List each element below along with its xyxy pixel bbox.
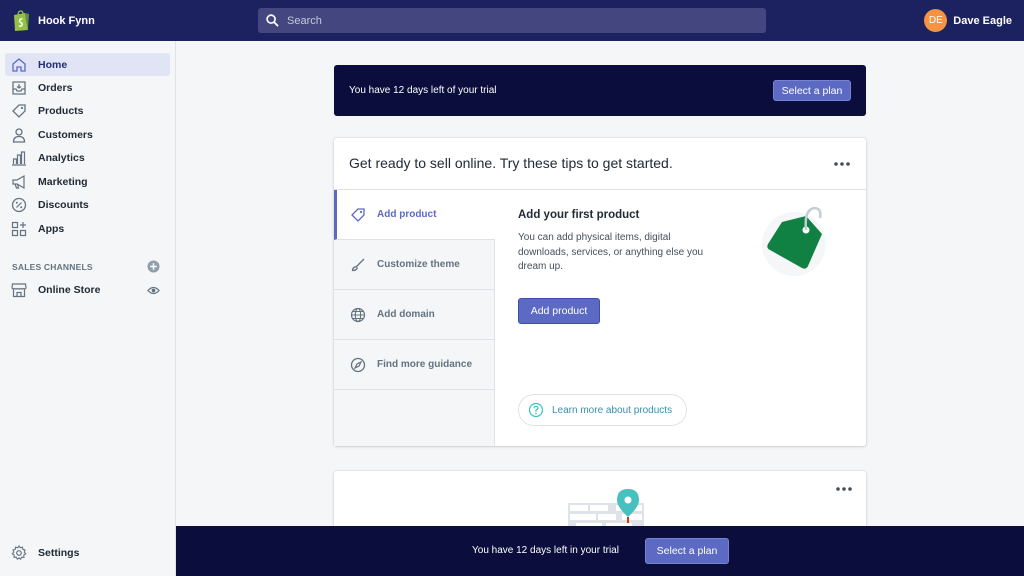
- search-input[interactable]: [287, 14, 747, 27]
- user-name: Dave Eagle: [953, 14, 1012, 27]
- trial-text: You have 12 days left of your trial: [349, 85, 497, 96]
- tip-label: Add domain: [377, 309, 435, 320]
- select-plan-button[interactable]: Select a plan: [773, 80, 851, 101]
- sidebar-item-online-store[interactable]: Online Store: [5, 278, 170, 301]
- map-pin-illustration: [568, 489, 644, 529]
- price-tag-illustration: [762, 206, 826, 276]
- detail-description: You can add physical items, digital down…: [518, 232, 704, 272]
- person-icon: [12, 127, 26, 143]
- eye-icon[interactable]: [147, 284, 160, 297]
- gear-icon: [11, 544, 27, 560]
- shopify-bag-icon: [14, 9, 29, 31]
- sidebar-item-analytics[interactable]: Analytics: [5, 146, 170, 169]
- tip-label: Add product: [377, 209, 437, 220]
- help-circle-icon: [528, 402, 544, 418]
- search-bar[interactable]: [258, 8, 766, 33]
- sidebar-item-label: Home: [38, 58, 68, 71]
- trial-banner: You have 12 days left of your trial Sele…: [334, 65, 866, 116]
- tip-label: Customize theme: [377, 259, 460, 270]
- card-title: Get ready to sell online. Try these tips…: [349, 155, 673, 171]
- tip-add-product[interactable]: Add product: [334, 190, 495, 240]
- brush-icon: [351, 258, 365, 271]
- sidebar-item-label: Apps: [38, 222, 65, 235]
- tip-customize-theme[interactable]: Customize theme: [334, 240, 494, 290]
- bottom-trial-text: You have 12 days left in your trial: [472, 545, 619, 556]
- tips-card: Get ready to sell online. Try these tips…: [334, 138, 866, 446]
- store-icon: [11, 282, 27, 297]
- sidebar-item-label: Discounts: [38, 198, 89, 211]
- sidebar-item-orders[interactable]: Orders: [5, 76, 170, 99]
- user-menu[interactable]: DE Dave Eagle: [924, 9, 1012, 32]
- sidebar-item-label: Settings: [38, 546, 80, 559]
- tips-list: Add product Customize theme Add domain F…: [334, 190, 495, 446]
- sidebar-item-apps[interactable]: Apps: [5, 217, 170, 240]
- sidebar-item-label: Products: [38, 104, 84, 117]
- add-product-button[interactable]: Add product: [518, 298, 600, 324]
- sales-channels-title: SALES CHANNELS: [12, 262, 93, 272]
- sidebar-item-settings[interactable]: Settings: [5, 541, 170, 564]
- more-options-icon[interactable]: [835, 486, 853, 492]
- top-bar: Hook Fynn DE Dave Eagle: [0, 0, 1024, 41]
- discount-icon: [11, 197, 27, 212]
- sidebar-item-label: Analytics: [38, 151, 85, 164]
- sidebar-item-home[interactable]: Home: [5, 53, 170, 76]
- tag-icon: [12, 103, 26, 118]
- sidebar-item-customers[interactable]: Customers: [5, 123, 170, 146]
- orders-icon: [12, 80, 26, 95]
- tip-label: Find more guidance: [377, 359, 473, 370]
- tag-icon: [351, 207, 365, 222]
- sidebar-item-discounts[interactable]: Discounts: [5, 193, 170, 216]
- sidebar-item-label: Orders: [38, 81, 73, 94]
- learn-more-link[interactable]: Learn more about products: [518, 394, 687, 426]
- sidebar-item-marketing[interactable]: Marketing: [5, 170, 170, 193]
- detail-title: Add your first product: [518, 209, 640, 221]
- megaphone-icon: [12, 174, 25, 189]
- learn-more-text: Learn more about products: [552, 404, 673, 416]
- tip-find-guidance[interactable]: Find more guidance: [334, 340, 494, 390]
- sidebar-item-products[interactable]: Products: [5, 99, 170, 122]
- search-icon: [266, 14, 279, 27]
- home-icon: [12, 57, 26, 72]
- compass-icon: [350, 357, 366, 372]
- store-name: Hook Fynn: [38, 14, 95, 27]
- bar-chart-icon: [12, 150, 26, 166]
- apps-icon: [11, 221, 27, 236]
- bottom-trial-banner: You have 12 days left in your trial Sele…: [176, 526, 1024, 576]
- sidebar-item-label: Customers: [38, 128, 93, 141]
- sidebar-item-label: Online Store: [38, 283, 101, 296]
- avatar: DE: [924, 9, 948, 32]
- globe-icon: [350, 307, 366, 322]
- sidebar-item-label: Marketing: [38, 175, 88, 188]
- tip-add-domain[interactable]: Add domain: [334, 290, 494, 340]
- select-plan-button[interactable]: Select a plan: [645, 538, 729, 564]
- store-brand[interactable]: Hook Fynn: [0, 9, 258, 32]
- more-options-icon[interactable]: [833, 161, 851, 167]
- add-circle-icon[interactable]: [147, 260, 160, 273]
- sidebar: Home Orders Products Customers Analytics…: [0, 41, 176, 576]
